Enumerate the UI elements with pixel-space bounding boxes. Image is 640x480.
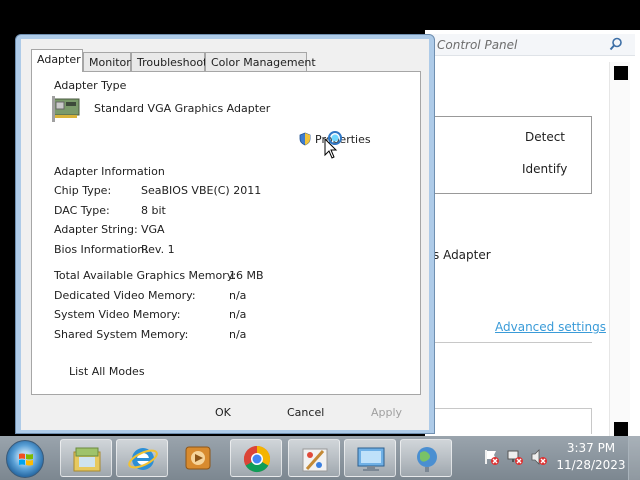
dedicated-memory-label: Dedicated Video Memory: bbox=[54, 289, 196, 302]
paint-icon bbox=[302, 448, 328, 472]
scroll-up-button[interactable] bbox=[614, 66, 628, 80]
taskbar: 3:37 PM 11/28/2023 bbox=[0, 436, 640, 480]
network-globe-icon bbox=[417, 447, 437, 472]
divider bbox=[425, 342, 592, 343]
mouse-pointer-icon bbox=[324, 138, 338, 159]
clock-date: 11/28/2023 bbox=[556, 458, 626, 472]
search-placeholder: Control Panel bbox=[437, 38, 518, 52]
dialog-body: Adapter Monitor Troubleshoot Color Manag… bbox=[21, 39, 429, 430]
taskbar-display-settings[interactable] bbox=[344, 439, 396, 477]
tab-color-management[interactable]: Color Management bbox=[205, 52, 316, 71]
graphics-card-icon bbox=[52, 96, 80, 122]
divider bbox=[425, 408, 592, 434]
detect-button[interactable]: Detect bbox=[525, 130, 565, 144]
dac-type-label: DAC Type: bbox=[54, 204, 110, 217]
taskbar-media-player[interactable] bbox=[172, 439, 224, 477]
show-desktop-button[interactable] bbox=[628, 436, 640, 480]
windows-logo-icon bbox=[19, 453, 33, 466]
system-memory-label: System Video Memory: bbox=[54, 308, 181, 321]
vertical-scrollbar[interactable] bbox=[609, 62, 630, 436]
chip-type-label: Chip Type: bbox=[54, 184, 112, 197]
adapter-string-label: Adapter String: bbox=[54, 223, 138, 236]
total-memory-label: Total Available Graphics Memory: bbox=[54, 269, 237, 282]
identify-button[interactable]: Identify bbox=[522, 162, 567, 176]
adapter-string-value: VGA bbox=[141, 223, 165, 236]
tab-label: Troubleshoot bbox=[137, 56, 208, 69]
cancel-button[interactable]: Cancel bbox=[287, 406, 324, 419]
adapter-properties-dialog: Adapter Monitor Troubleshoot Color Manag… bbox=[15, 34, 435, 434]
chip-type-value: SeaBIOS VBE(C) 2011 bbox=[141, 184, 262, 197]
system-memory-value: n/a bbox=[229, 308, 247, 321]
tab-label: Monitor bbox=[89, 56, 131, 69]
taskbar-file-manager[interactable] bbox=[60, 439, 112, 477]
network-status-icon[interactable] bbox=[506, 448, 524, 466]
shared-memory-value: n/a bbox=[229, 328, 247, 341]
apply-button[interactable]: Apply bbox=[371, 406, 402, 419]
dedicated-memory-value: n/a bbox=[229, 289, 247, 302]
bios-info-label: Bios Information: bbox=[54, 243, 148, 256]
taskbar-paint[interactable] bbox=[288, 439, 340, 477]
system-clock[interactable]: 3:37 PM 11/28/2023 bbox=[556, 440, 626, 474]
adapter-info-heading: Adapter Information bbox=[54, 165, 165, 178]
tab-label: Adapter bbox=[37, 53, 81, 66]
control-panel-window: Control Panel Detect Identify s Adapter … bbox=[425, 30, 640, 436]
action-center-flag-icon[interactable] bbox=[482, 448, 500, 466]
file-manager-icon bbox=[73, 447, 101, 472]
adapter-name: Standard VGA Graphics Adapter bbox=[94, 102, 271, 115]
taskbar-chrome[interactable] bbox=[230, 439, 282, 477]
tab-adapter[interactable]: Adapter bbox=[31, 49, 83, 72]
taskbar-network[interactable] bbox=[400, 439, 452, 477]
display-settings-icon bbox=[357, 447, 385, 471]
total-memory-value: 16 MB bbox=[229, 269, 264, 282]
internet-explorer-icon bbox=[128, 448, 158, 470]
dac-type-value: 8 bit bbox=[141, 204, 166, 217]
tab-troubleshoot[interactable]: Troubleshoot bbox=[131, 52, 208, 71]
list-all-modes-button[interactable]: List All Modes bbox=[69, 365, 145, 378]
adapter-text-fragment: s Adapter bbox=[433, 248, 491, 262]
shared-memory-label: Shared System Memory: bbox=[54, 328, 189, 341]
tab-label: Color Management bbox=[211, 56, 316, 69]
adapter-type-heading: Adapter Type bbox=[54, 79, 127, 92]
search-icon[interactable] bbox=[609, 37, 623, 51]
ok-button[interactable]: OK bbox=[215, 406, 231, 419]
clock-time: 3:37 PM bbox=[566, 441, 616, 455]
tab-monitor[interactable]: Monitor bbox=[83, 52, 131, 71]
taskbar-internet-explorer[interactable] bbox=[116, 439, 168, 477]
start-button[interactable] bbox=[6, 440, 44, 478]
chrome-icon bbox=[243, 445, 271, 473]
scroll-down-button[interactable] bbox=[614, 422, 628, 436]
media-player-icon bbox=[185, 446, 211, 470]
control-panel-search-box[interactable]: Control Panel bbox=[425, 34, 635, 56]
advanced-settings-link[interactable]: Advanced settings bbox=[495, 320, 606, 334]
bios-info-value: Rev. 1 bbox=[141, 243, 175, 256]
volume-muted-icon[interactable] bbox=[530, 448, 548, 466]
adapter-tab-page: Adapter Type Standard VGA Graphics Adapt… bbox=[31, 71, 421, 395]
monitor-arrangement-panel bbox=[425, 116, 592, 194]
uac-shield-icon bbox=[299, 132, 311, 146]
